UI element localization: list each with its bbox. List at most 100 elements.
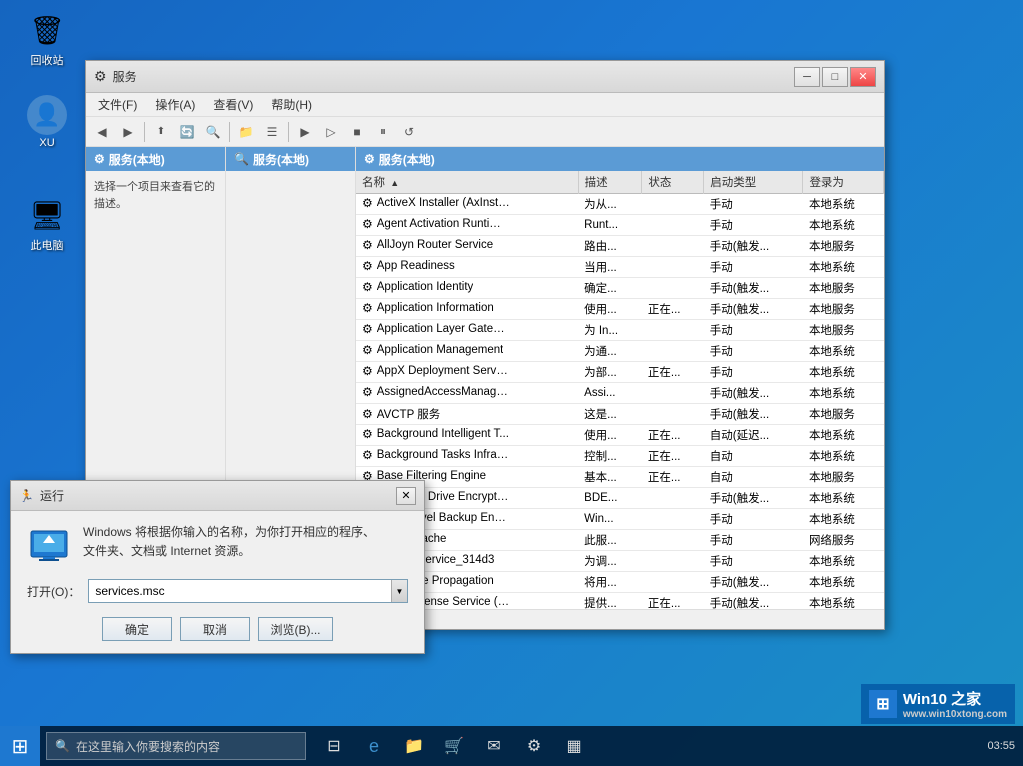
service-start-type: 手动(触发... (704, 236, 803, 257)
service-desc: 此服... (578, 530, 642, 551)
run-browse-button[interactable]: 浏览(B)... (258, 617, 333, 641)
close-button[interactable]: ✕ (850, 67, 876, 87)
col-status-header[interactable]: 状态 (642, 171, 704, 194)
col-start-header[interactable]: 启动类型 (704, 171, 803, 194)
service-status (642, 488, 704, 509)
desktop-icon-recycle-bin[interactable]: 🗑 回收站 (15, 10, 79, 68)
services-window-title: 服务 (113, 68, 137, 85)
table-row[interactable]: ⚙ Application Layer Gatewa... 为 In... 手动… (356, 320, 884, 341)
computer-label: 此电脑 (15, 237, 79, 253)
service-start-type: 手动(触发... (704, 278, 803, 299)
menu-help[interactable]: 帮助(H) (263, 94, 320, 115)
col-desc-header[interactable]: 描述 (578, 171, 642, 194)
start-button[interactable]: ⊞ (0, 726, 40, 766)
service-desc: 提供... (578, 593, 642, 610)
table-row[interactable]: ⚙ Application Identity 确定... 手动(触发... 本地… (356, 278, 884, 299)
table-row[interactable]: ⚙ Agent Activation Runtime... Runt... 手动… (356, 215, 884, 236)
taskbar-search-text: 在这里输入你要搜索的内容 (76, 738, 220, 755)
table-row[interactable]: ⚙ AppX Deployment Servic... 为部... 正在... … (356, 362, 884, 383)
service-login: 本地系统 (803, 194, 884, 215)
col-name-header[interactable]: 名称 ▲ (356, 171, 578, 194)
sort-arrow-icon: ▲ (390, 178, 399, 188)
table-row[interactable]: ⚙ AssignedAccessManager... Assi... 手动(触发… (356, 383, 884, 404)
run-cancel-button[interactable]: 取消 (180, 617, 250, 641)
run-body: Windows 将根据你输入的名称，为你打开相应的程序、 文件夹、文档或 Int… (11, 511, 424, 653)
table-row[interactable]: ⚙ App Readiness 当用... 手动 本地系统 (356, 257, 884, 278)
taskbar-task-view[interactable]: ⊟ (316, 726, 352, 766)
run-ok-button[interactable]: 确定 (102, 617, 172, 641)
recycle-bin-label: 回收站 (15, 52, 79, 68)
service-login: 本地系统 (803, 446, 884, 467)
table-row[interactable]: ⚙ AllJoyn Router Service 路由... 手动(触发... … (356, 236, 884, 257)
watermark-content: Win10 之家 www.win10xtong.com (903, 688, 1007, 720)
service-status (642, 551, 704, 572)
service-login: 本地系统 (803, 509, 884, 530)
table-row[interactable]: ⚙ Background Intelligent T... 使用... 正在..… (356, 425, 884, 446)
service-status: 正在... (642, 446, 704, 467)
nav-header: ⚙ 服务(本地) (86, 147, 225, 171)
table-row[interactable]: ⚙ Application Information 使用... 正在... 手动… (356, 299, 884, 320)
toolbar-back[interactable]: ◀ (90, 120, 114, 144)
table-row[interactable]: ⚙ Client License Service (Cli... 提供... 正… (356, 593, 884, 610)
table-row[interactable]: ⚙ Certificate Propagation 将用... 手动(触发...… (356, 572, 884, 593)
menu-view[interactable]: 查看(V) (205, 94, 261, 115)
desktop: 🗑 回收站 👤 XU 🖥 此电脑 ⚙ 服务 ─ □ ✕ 文件(F) 操作(A) … (0, 0, 1023, 766)
run-input-container[interactable]: ▼ (88, 579, 408, 603)
run-dropdown-button[interactable]: ▼ (391, 580, 407, 602)
toolbar-stop[interactable]: ■ (345, 120, 369, 144)
taskbar-settings[interactable]: ⚙ (516, 726, 552, 766)
taskbar-search[interactable]: 🔍 在这里输入你要搜索的内容 (46, 732, 306, 760)
menu-action[interactable]: 操作(A) (147, 94, 203, 115)
service-status: 正在... (642, 467, 704, 488)
run-description: Windows 将根据你输入的名称，为你打开相应的程序、 文件夹、文档或 Int… (83, 523, 408, 567)
run-dialog: 🏃 运行 ✕ Windows 将根据你输入的名称，为你打开相应的程序、 (10, 480, 425, 654)
taskbar-edge[interactable]: e (356, 726, 392, 766)
service-name: AppX Deployment Servic... (377, 365, 510, 377)
desktop-icon-user[interactable]: 👤 XU (15, 95, 79, 149)
toolbar-forward[interactable]: ▶ (116, 120, 140, 144)
toolbar-play2[interactable]: ▷ (319, 120, 343, 144)
toolbar-pause[interactable]: ⏸ (371, 120, 395, 144)
service-start-type: 手动(触发... (704, 383, 803, 404)
taskbar-extra[interactable]: ▦ (556, 726, 592, 766)
taskbar-explorer[interactable]: 📁 (396, 726, 432, 766)
service-start-type: 手动 (704, 194, 803, 215)
maximize-button[interactable]: □ (822, 67, 848, 87)
col-login-header[interactable]: 登录为 (803, 171, 884, 194)
service-status (642, 341, 704, 362)
toolbar-list[interactable]: ☰ (260, 120, 284, 144)
table-row[interactable]: ⚙ ActiveX Installer (AxInstSV) 为从... 手动 … (356, 194, 884, 215)
minimize-button[interactable]: ─ (794, 67, 820, 87)
run-command-input[interactable] (89, 581, 391, 601)
table-row[interactable]: ⚙ AVCTP 服务 这是... 手动(触发... 本地服务 (356, 404, 884, 425)
taskbar-mail[interactable]: ✉ (476, 726, 512, 766)
table-row[interactable]: ⚙ Block Level Backup Engi... Win... 手动 本… (356, 509, 884, 530)
table-row[interactable]: ⚙ Base Filtering Engine 基本... 正在... 自动 本… (356, 467, 884, 488)
toolbar-up[interactable]: ⬆ (149, 120, 173, 144)
service-login: 本地系统 (803, 362, 884, 383)
service-status (642, 509, 704, 530)
toolbar-play[interactable]: ▶ (293, 120, 317, 144)
table-row[interactable]: ⚙ CaptureService_314d3 为调... 手动 本地系统 (356, 551, 884, 572)
service-name: App Readiness (377, 260, 455, 272)
toolbar-refresh[interactable]: 🔄 (175, 120, 199, 144)
toolbar-restart[interactable]: ↺ (397, 120, 421, 144)
services-table-container[interactable]: 名称 ▲ 描述 状态 启动类型 登录为 ⚙ Ac (356, 171, 884, 609)
taskbar-store[interactable]: 🛒 (436, 726, 472, 766)
service-desc: Assi... (578, 383, 642, 404)
desktop-icon-computer[interactable]: 🖥 此电脑 (15, 195, 79, 253)
table-row[interactable]: ⚙ Background Tasks Infras... 控制... 正在...… (356, 446, 884, 467)
table-row[interactable]: ⚙ BranchCache 此服... 手动 网络服务 (356, 530, 884, 551)
table-row[interactable]: ⚙ Application Management 为通... 手动 本地系统 (356, 341, 884, 362)
services-menubar: 文件(F) 操作(A) 查看(V) 帮助(H) (86, 93, 884, 117)
table-row[interactable]: ⚙ BitLocker Drive Encryptio... BDE... 手动… (356, 488, 884, 509)
toolbar-search[interactable]: 🔍 (201, 120, 225, 144)
menu-file[interactable]: 文件(F) (90, 94, 145, 115)
toolbar-sep-2 (229, 122, 230, 142)
service-icon: ⚙ (362, 427, 373, 441)
run-close-button[interactable]: ✕ (396, 487, 416, 505)
service-desc: 使用... (578, 425, 642, 446)
toolbar-folder[interactable]: 📁 (234, 120, 258, 144)
service-icon: ⚙ (362, 448, 373, 462)
run-dialog-title: 运行 (40, 487, 64, 504)
